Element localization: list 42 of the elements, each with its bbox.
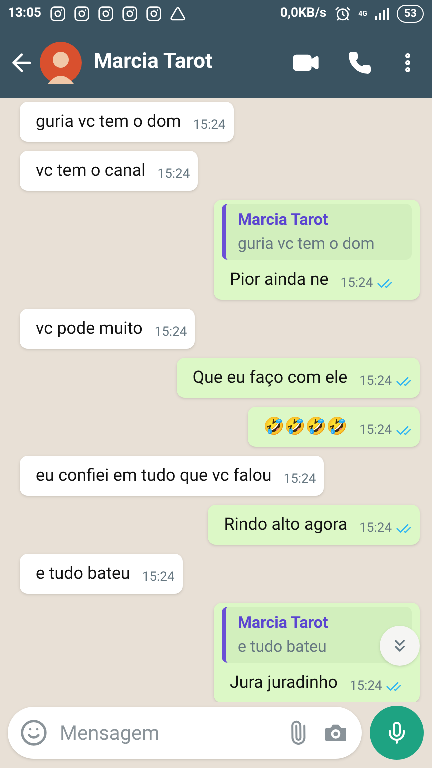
quote-text: e tudo bateu <box>238 636 328 658</box>
battery-level: 53 <box>397 5 424 23</box>
status-time: 13:05 <box>8 5 42 24</box>
quote-author: Marcia Tarot <box>238 612 330 634</box>
contact-name[interactable]: Marcia Tarot <box>94 47 292 79</box>
instagram-icon <box>146 6 162 22</box>
message-text: Jura juradinho <box>230 672 338 695</box>
signal-icon <box>375 8 390 20</box>
message-time: 15:24 <box>360 520 392 538</box>
message-time: 15:24 <box>158 166 190 184</box>
instagram-icon <box>122 6 138 22</box>
message-text: guria vc tem o dom <box>36 111 182 134</box>
message-text: Que eu faço com ele <box>192 367 348 390</box>
triangle-icon <box>170 6 186 22</box>
message-time: 15:24 <box>154 324 188 342</box>
voice-call-button[interactable] <box>348 51 372 75</box>
message-time: 15:24 <box>340 275 374 293</box>
alarm-icon <box>334 6 351 22</box>
message-time: 15:24 <box>142 569 175 587</box>
message-text: Rindo alto agora <box>224 514 348 537</box>
quote-text: guria vc tem o dom <box>238 233 376 255</box>
instagram-icon <box>74 6 90 22</box>
message-text: e tudo bateu <box>36 563 130 586</box>
message-text: eu confiei em tudo que vc falou <box>36 465 272 488</box>
instagram-icon <box>50 6 66 22</box>
message-text: Pior ainda ne <box>230 269 329 292</box>
message-text: vc pode muito <box>36 318 143 341</box>
message-text: 🤣🤣🤣🤣 <box>264 416 348 439</box>
message-time: 15:24 <box>360 422 392 440</box>
message-time: 15:24 <box>284 471 316 489</box>
quote-author: Marcia Tarot <box>238 209 330 231</box>
mic-button[interactable] <box>370 706 424 760</box>
message-time: 15:24 <box>350 678 382 696</box>
message-time: 15:24 <box>193 117 226 135</box>
message-text: vc tem o canal <box>36 160 146 183</box>
message-input[interactable]: Mensagem <box>8 707 362 759</box>
avatar[interactable] <box>40 42 82 84</box>
emoji-icon[interactable] <box>20 719 48 747</box>
instagram-icon <box>98 6 114 22</box>
network-speed: 0,0KB/s <box>280 5 327 24</box>
message-field[interactable]: Mensagem <box>60 718 274 748</box>
message-time: 15:24 <box>360 373 392 391</box>
